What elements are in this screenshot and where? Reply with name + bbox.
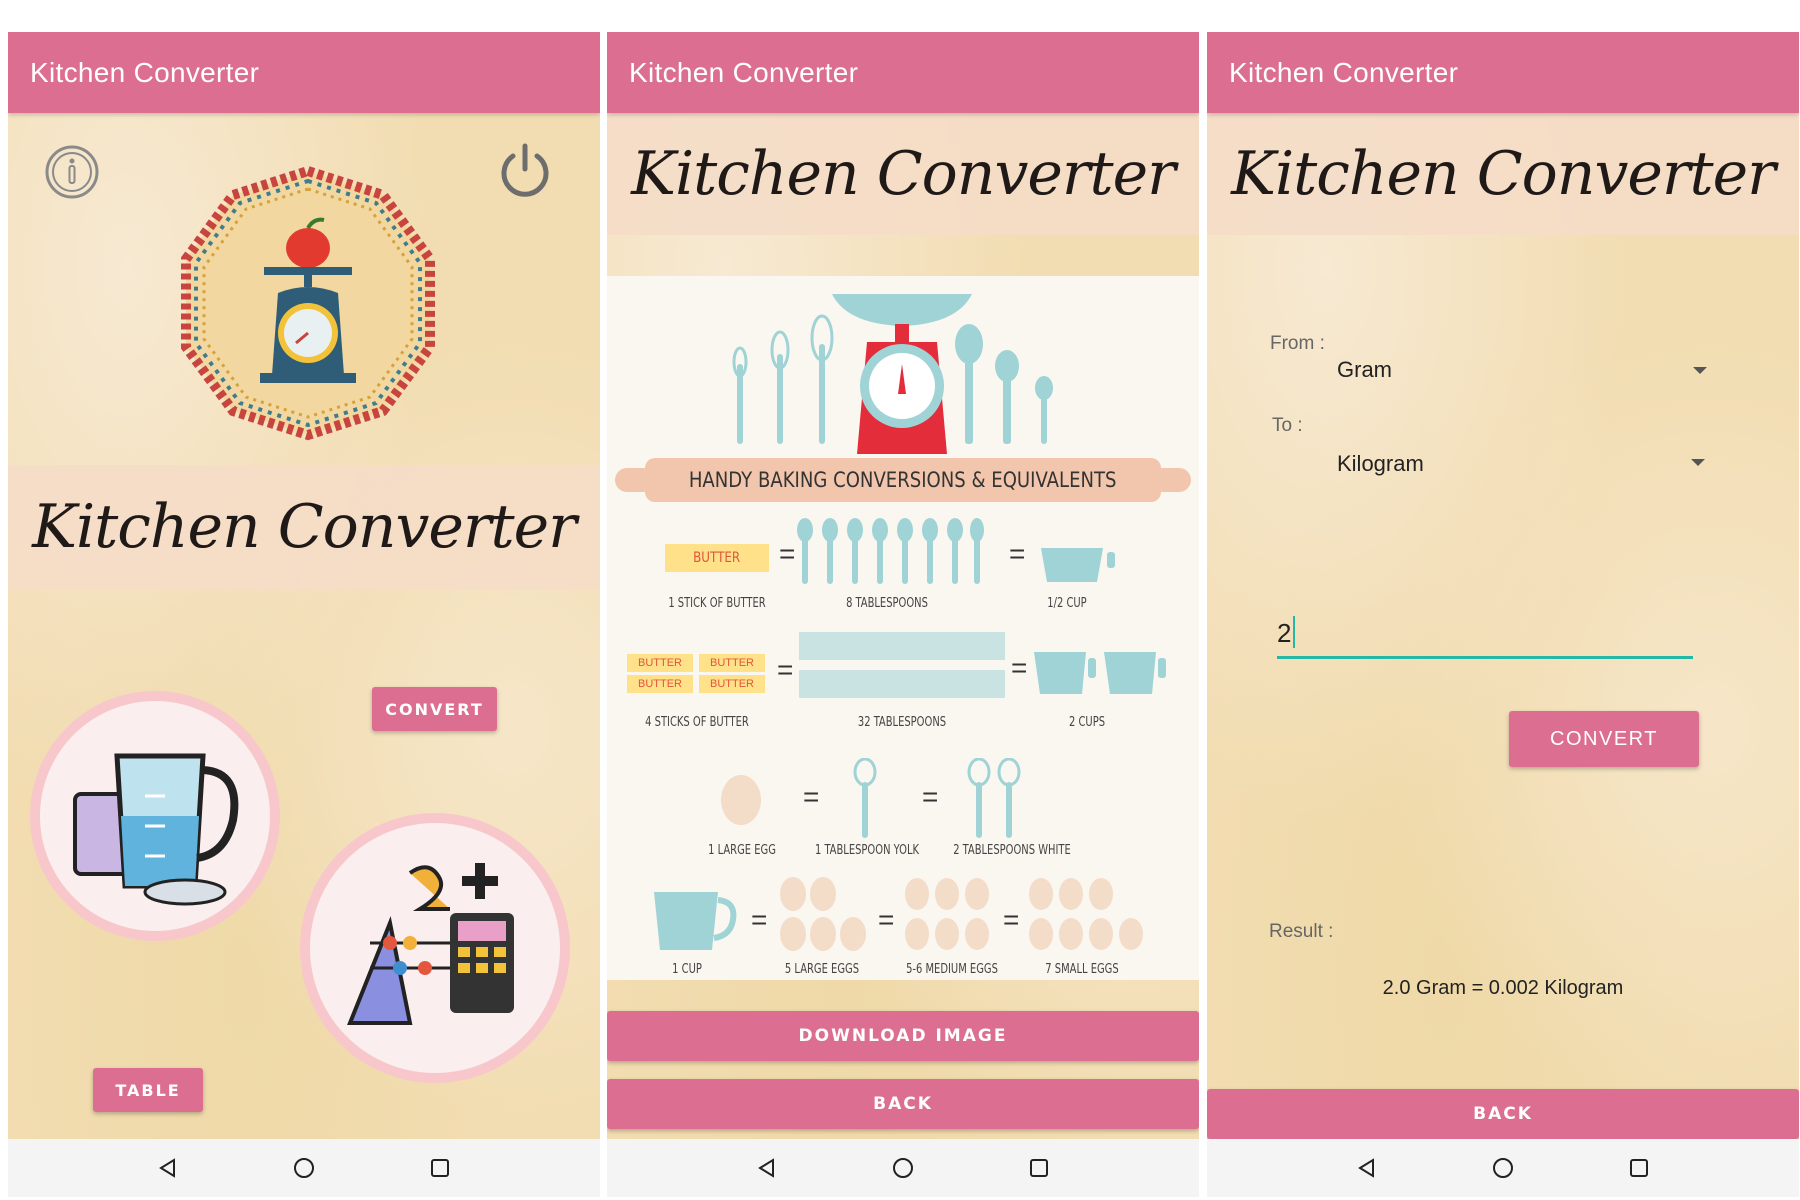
butter-stick: BUTTER [665, 544, 769, 572]
home-nav-icon[interactable] [890, 1155, 916, 1181]
home-content: Kitchen Converter CONVERT TABLE [8, 113, 600, 1139]
table-screen: Kitchen Converter Kitchen Converter HAND… [607, 32, 1199, 1197]
convert-screen: Kitchen Converter Kitchen Converter From… [1207, 32, 1799, 1197]
to-dropdown[interactable]: Kilogram [1327, 443, 1717, 487]
one-cup-icon [654, 892, 737, 950]
butter-mini-label: BUTTER [627, 675, 693, 693]
chevron-down-icon [1691, 459, 1705, 466]
row4-item1-label: 1 CUP [672, 962, 702, 977]
convert-button[interactable]: CONVERT [372, 687, 497, 731]
system-nav-bar [1207, 1139, 1799, 1197]
script-title: Kitchen Converter [631, 139, 1176, 209]
row3-item2-label: 1 TABLESPOON YOLK [814, 843, 920, 858]
equals-sign: = [803, 781, 820, 812]
conversions-banner: HANDY BAKING CONVERSIONS & EQUIVALENTS [615, 456, 1191, 504]
convert-button[interactable]: CONVERT [1509, 711, 1699, 767]
back-nav-icon[interactable] [754, 1155, 780, 1181]
back-button[interactable]: BACK [1207, 1089, 1799, 1139]
script-title: Kitchen Converter [1231, 139, 1776, 209]
yolk-spoon-icon [853, 758, 877, 838]
from-value: Gram [1337, 357, 1392, 382]
info-icon[interactable] [44, 144, 100, 200]
tablespoons-icon [797, 518, 984, 584]
result-text: 2.0 Gram = 0.002 Kilogram [1382, 977, 1624, 999]
butter-mini-label: BUTTER [627, 654, 693, 672]
large-eggs-icon [780, 877, 866, 951]
home-screen: Kitchen Converter Kitchen Converter CONV… [8, 32, 600, 1197]
butter-mini-label: BUTTER [699, 675, 765, 693]
two-cups-icon [1034, 652, 1166, 694]
app-bar-title: Kitchen Converter [1207, 32, 1799, 113]
home-nav-icon[interactable] [291, 1155, 317, 1181]
script-title: Kitchen Converter [32, 492, 577, 562]
power-icon[interactable] [494, 139, 556, 201]
table-content: Kitchen Converter HANDY BAKING CONVERSIO… [607, 113, 1199, 1139]
result-label: Result : [1269, 921, 1334, 942]
convert-content: Kitchen Converter From : Gram To : Kilog… [1207, 113, 1799, 1139]
title-banner: Kitchen Converter [607, 113, 1199, 235]
row4-item4-label: 7 SMALL EGGS [1045, 962, 1119, 977]
recents-nav-icon[interactable] [1026, 1155, 1052, 1181]
recents-nav-icon[interactable] [1626, 1155, 1652, 1181]
equals-sign: = [777, 654, 794, 685]
app-bar-title: Kitchen Converter [607, 32, 1199, 113]
text-cursor [1293, 616, 1295, 648]
row4-item3-label: 5-6 MEDIUM EGGS [906, 962, 998, 977]
row1-item3-label: 1/2 CUP [1047, 596, 1087, 611]
banner-text: HANDY BAKING CONVERSIONS & EQUIVALENTS [689, 468, 1117, 492]
system-nav-bar [607, 1139, 1199, 1197]
equals-sign: = [922, 781, 939, 812]
equals-sign: = [1003, 904, 1020, 935]
math-tools-image[interactable] [300, 813, 570, 1083]
table-button[interactable]: TABLE [93, 1068, 203, 1112]
row3-item3-label: 2 TABLESPOONS WHITE [953, 843, 1071, 858]
amount-input[interactable]: 2 [1277, 610, 1693, 659]
back-button[interactable]: BACK [607, 1079, 1199, 1129]
row2-item3-label: 2 CUPS [1068, 715, 1106, 730]
equals-sign: = [751, 904, 768, 935]
butter-mini-label: BUTTER [699, 654, 765, 672]
to-value: Kilogram [1337, 451, 1424, 476]
row2-item1-label: 4 STICKS OF BUTTER [645, 715, 749, 730]
half-cup-icon [1041, 548, 1115, 582]
system-nav-bar [8, 1139, 600, 1197]
recents-nav-icon[interactable] [427, 1155, 453, 1181]
app-bar-title: Kitchen Converter [8, 32, 600, 113]
equals-sign: = [779, 538, 796, 569]
from-dropdown[interactable]: Gram [1327, 349, 1717, 393]
title-banner: Kitchen Converter [1207, 113, 1799, 235]
chevron-down-icon [1693, 367, 1707, 374]
row1-item1-label: 1 STICK OF BUTTER [668, 596, 766, 611]
small-eggs-icon [1029, 878, 1143, 950]
equals-sign: = [1011, 652, 1028, 683]
equals-sign: = [878, 904, 895, 935]
many-tablespoons-icon [799, 632, 1005, 698]
from-label: From : [1270, 333, 1325, 354]
equals-sign: = [1009, 538, 1026, 569]
back-nav-icon[interactable] [155, 1155, 181, 1181]
download-image-button[interactable]: DOWNLOAD IMAGE [607, 1011, 1199, 1061]
measuring-cup-image[interactable] [30, 691, 280, 941]
row3-item1-label: 1 LARGE EGG [708, 843, 776, 858]
medium-eggs-icon [905, 878, 989, 950]
title-banner: Kitchen Converter [8, 465, 600, 589]
to-label: To : [1272, 415, 1303, 436]
row4-item2-label: 5 LARGE EGGS [784, 962, 860, 977]
back-nav-icon[interactable] [1354, 1155, 1380, 1181]
amount-input-value: 2 [1277, 618, 1292, 648]
white-spoons-icon [967, 758, 1021, 838]
kitchen-scale-icon [732, 294, 1053, 454]
home-nav-icon[interactable] [1490, 1155, 1516, 1181]
conversion-infographic: HANDY BAKING CONVERSIONS & EQUIVALENTS B… [607, 276, 1199, 980]
butter-label: BUTTER [693, 550, 741, 566]
row1-item2-label: 8 TABLESPOONS [846, 596, 928, 611]
egg-icon [721, 775, 761, 825]
scale-logo-icon [168, 163, 448, 443]
four-butter-sticks: BUTTER BUTTER BUTTER BUTTER [627, 654, 767, 694]
row2-item2-label: 32 TABLESPOONS [857, 715, 947, 730]
